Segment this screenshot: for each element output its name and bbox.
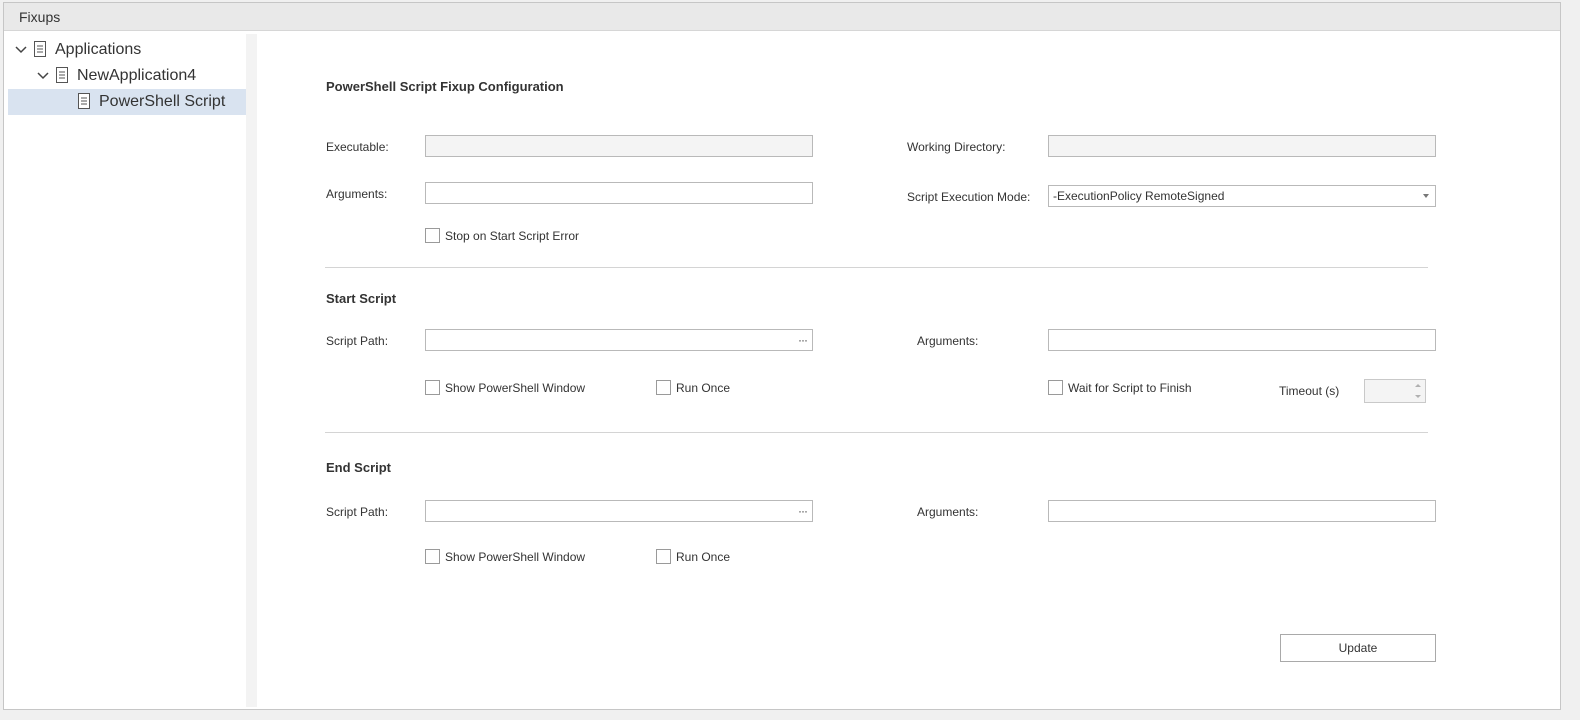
start-script-title: Start Script — [326, 291, 397, 306]
start-arguments-label: Arguments: — [917, 334, 979, 348]
document-icon — [56, 67, 68, 83]
executable-field[interactable] — [425, 135, 813, 157]
timeout-stepper[interactable] — [1364, 379, 1426, 403]
executable-label: Executable: — [326, 140, 389, 154]
end-script-path-field[interactable]: ··· — [425, 500, 813, 522]
checkbox-box[interactable] — [425, 549, 440, 564]
ellipsis-icon[interactable]: ··· — [798, 501, 808, 521]
document-icon — [34, 41, 46, 57]
tree-item-powershell-script[interactable]: PowerShell Script — [8, 89, 246, 115]
end-show-window-checkbox[interactable]: Show PowerShell Window — [425, 549, 625, 567]
end-run-once-label: Run Once — [676, 550, 731, 564]
tree-item-newapplication4[interactable]: NewApplication4 — [8, 63, 246, 89]
document-icon — [78, 93, 90, 109]
spin-down-icon[interactable] — [1415, 395, 1421, 398]
ellipsis-icon[interactable]: ··· — [798, 330, 808, 350]
tree-item-label: NewApplication4 — [77, 67, 197, 84]
fixups-window: Fixups Applications NewApplication4 Powe… — [3, 2, 1561, 710]
start-script-path-field[interactable]: ··· — [425, 329, 813, 351]
end-run-once-checkbox[interactable]: Run Once — [656, 549, 766, 567]
arguments-label: Arguments: — [326, 187, 388, 201]
tree-view: Applications NewApplication4 PowerShell … — [8, 34, 246, 707]
checkbox-box[interactable] — [656, 380, 671, 395]
end-arguments-field[interactable] — [1048, 500, 1436, 522]
arguments-field[interactable] — [425, 182, 813, 204]
checkbox-box[interactable] — [425, 380, 440, 395]
caret-down-icon[interactable] — [1423, 194, 1429, 198]
end-script-title: End Script — [326, 460, 392, 475]
section-divider — [325, 432, 1428, 433]
section-divider — [325, 267, 1428, 268]
stop-on-error-checkbox[interactable]: Stop on Start Script Error — [425, 228, 625, 246]
start-arguments-field[interactable] — [1048, 329, 1436, 351]
working-directory-field[interactable] — [1048, 135, 1436, 157]
execution-mode-select[interactable]: -ExecutionPolicy RemoteSigned — [1048, 185, 1436, 207]
execution-mode-label: Script Execution Mode: — [907, 190, 1031, 204]
update-button[interactable]: Update — [1280, 634, 1436, 662]
timeout-label: Timeout (s) — [1279, 384, 1340, 398]
start-show-window-checkbox[interactable]: Show PowerShell Window — [425, 380, 625, 398]
tree-item-label: PowerShell Script — [99, 93, 226, 110]
panel-splitter[interactable] — [246, 34, 257, 707]
stop-on-error-label: Stop on Start Script Error — [445, 229, 580, 243]
checkbox-box[interactable] — [656, 549, 671, 564]
checkbox-box[interactable] — [425, 228, 440, 243]
tree-item-applications[interactable]: Applications — [8, 37, 246, 63]
wait-for-script-checkbox[interactable]: Wait for Script to Finish — [1048, 380, 1248, 398]
window-title: Fixups — [4, 3, 1560, 31]
tree-item-label: Applications — [55, 41, 142, 58]
execution-mode-value: -ExecutionPolicy RemoteSigned — [1053, 189, 1225, 203]
end-show-window-label: Show PowerShell Window — [445, 550, 586, 564]
page-title: PowerShell Script Fixup Configuration — [326, 79, 564, 94]
start-script-path-label: Script Path: — [326, 334, 389, 348]
start-show-window-label: Show PowerShell Window — [445, 381, 586, 395]
checkbox-box[interactable] — [1048, 380, 1063, 395]
spin-up-icon[interactable] — [1415, 384, 1421, 387]
end-arguments-label: Arguments: — [917, 505, 979, 519]
config-panel: PowerShell Script Fixup Configuration Ex… — [257, 34, 1557, 707]
working-directory-label: Working Directory: — [907, 140, 1006, 154]
wait-for-script-label: Wait for Script to Finish — [1068, 381, 1192, 395]
chevron-down-icon[interactable] — [36, 63, 50, 89]
chevron-down-icon[interactable] — [14, 37, 28, 63]
start-run-once-label: Run Once — [676, 381, 731, 395]
start-run-once-checkbox[interactable]: Run Once — [656, 380, 766, 398]
end-script-path-label: Script Path: — [326, 505, 389, 519]
